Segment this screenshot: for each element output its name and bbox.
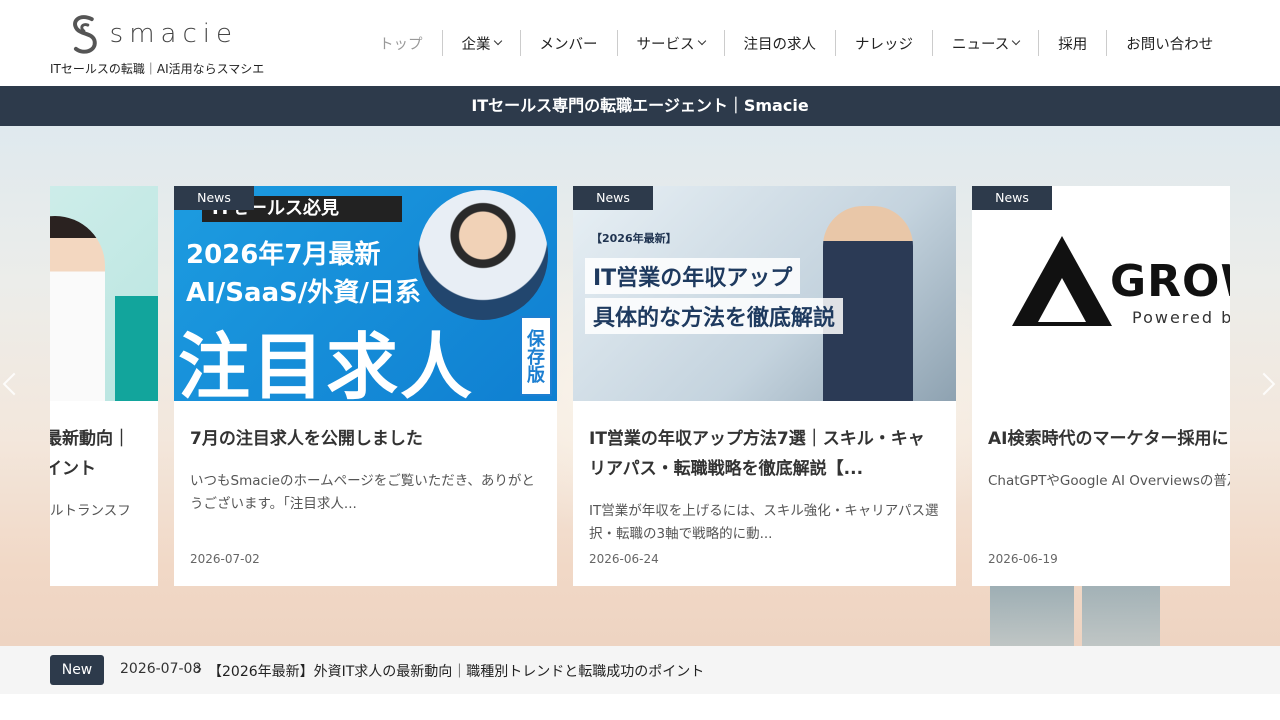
article-card[interactable]: 【2026年最新】 IT営業の年収アップ 具体的な方法を徹底解説 News IT… [573, 186, 956, 586]
card-thumbnail: ITセールス必見 2026年7月最新 AI/SaaS/外資/日系 注目求人 保存… [174, 186, 557, 401]
person-photo [418, 190, 548, 320]
nav-label: お問い合わせ [1126, 36, 1214, 53]
category-badge: News [972, 186, 1052, 210]
category-badge: News [174, 186, 254, 210]
nav-item-members[interactable]: メンバー [519, 30, 617, 56]
site-tagline: ITセールスの転職｜AI活用ならスマシエ [50, 62, 265, 76]
nav-label: ニュース [952, 36, 1010, 53]
nav-label: サービス [636, 36, 695, 53]
nav-item-recruit[interactable]: 採用 [1038, 30, 1106, 56]
top-banner: ITセールス専門の転職エージェント｜Smacie [0, 86, 1280, 126]
smacie-logo-icon [73, 15, 97, 54]
nav-item-top[interactable]: トップ [360, 30, 442, 56]
main-nav: トップ 企業 メンバー サービス 注目の求人 ナレッジ ニュース 採用 お問い合… [360, 28, 1232, 58]
thumbnail-text: AI/SaaS/外資/日系 [186, 278, 421, 308]
thumbnail-accent [115, 296, 158, 401]
card-thumbnail [50, 186, 158, 401]
building-image [990, 586, 1074, 646]
card-title: 7月の注目求人を公開しました [190, 429, 423, 449]
article-card[interactable]: GROW Powered by News AI検索時代のマーケター採用に Cha… [972, 186, 1230, 586]
thumbnail-text: 具体的な方法を徹底解説 [585, 298, 844, 334]
site-header: smacie ITセールスの転職｜AI活用ならスマシエ トップ 企業 メンバー … [0, 0, 1280, 86]
nav-item-company[interactable]: 企業 [441, 30, 520, 56]
card-date: 2026-07-02 [190, 552, 260, 566]
card-title: 最新動向｜ イント [50, 429, 130, 479]
chevron-down-icon [1012, 36, 1021, 46]
nav-label: 企業 [461, 36, 491, 53]
thumbnail-text: GROW [1110, 256, 1230, 307]
site-logo[interactable]: smacie [68, 10, 238, 58]
ticker-headline-link[interactable]: 【2026年最新】外資IT求人の最新動向｜職種別トレンドと転職成功のポイント [208, 661, 704, 681]
thumbnail-text: 【2026年最新】 [591, 232, 677, 245]
nav-item-contact[interactable]: お問い合わせ [1106, 30, 1232, 56]
thumbnail-text: 注目求人 [178, 325, 475, 401]
card-title: AI検索時代のマーケター採用に [988, 429, 1229, 449]
logo-text: smacie [109, 19, 238, 49]
thumbnail-text: Powered by [1132, 308, 1230, 327]
hero-section: 最新動向｜ イント ルトランスフ ITセールス必見 2026年7月最新 AI/S… [0, 126, 1280, 646]
nav-item-news[interactable]: ニュース [932, 30, 1038, 56]
carousel-next-arrow-icon[interactable] [1252, 372, 1276, 396]
nav-label: トップ [379, 36, 423, 53]
card-excerpt: ChatGPTやGoogle AI Overviewsの普及AISEO・... [988, 473, 1230, 489]
nav-label: ナレッジ [855, 36, 913, 53]
nav-item-featured-jobs[interactable]: 注目の求人 [723, 30, 836, 56]
chevron-down-icon [493, 36, 502, 46]
nav-item-services[interactable]: サービス [616, 30, 724, 56]
new-badge[interactable]: New [50, 655, 104, 685]
category-badge: News [573, 186, 653, 210]
chevron-down-icon [697, 36, 706, 46]
article-card[interactable]: ITセールス必見 2026年7月最新 AI/SaaS/外資/日系 注目求人 保存… [174, 186, 557, 586]
card-excerpt: ルトランスフ [50, 503, 131, 519]
grow-logo-inner [1038, 278, 1086, 322]
thumbnail-text: IT営業の年収アップ [585, 258, 801, 294]
building-image [1082, 576, 1160, 646]
article-card[interactable]: 最新動向｜ イント ルトランスフ [50, 186, 158, 586]
nav-label: メンバー [539, 36, 598, 53]
ticker-date: 2026-07-08 [120, 661, 202, 677]
card-title: IT営業の年収アップ方法7選｜スキル・キャリアパス・転職戦略を徹底解説【... [589, 429, 925, 479]
card-thumbnail: 【2026年最新】 IT営業の年収アップ 具体的な方法を徹底解説 [573, 186, 956, 401]
card-excerpt: いつもSmacieのホームページをご覧いただき、ありがとうございます。「注目求人… [190, 473, 535, 512]
nav-item-knowledge[interactable]: ナレッジ [835, 30, 932, 56]
carousel-prev-arrow-icon[interactable] [2, 372, 26, 396]
thumbnail-text: 保存版 [520, 316, 552, 396]
article-carousel: 最新動向｜ イント ルトランスフ ITセールス必見 2026年7月最新 AI/S… [50, 186, 1230, 586]
card-date: 2026-06-24 [589, 552, 659, 566]
card-excerpt: IT営業が年収を上げるには、スキル強化・キャリアパス選択・転職の3軸で戦略的に動… [589, 503, 939, 542]
card-date: 2026-06-19 [988, 552, 1058, 566]
nav-label: 採用 [1058, 36, 1088, 53]
person-photo [50, 216, 105, 401]
nav-label: 注目の求人 [743, 36, 817, 53]
thumbnail-text: 2026年7月最新 [186, 240, 381, 270]
card-thumbnail: GROW Powered by [972, 186, 1230, 401]
news-ticker: New 2026-07-08 【2026年最新】外資IT求人の最新動向｜職種別ト… [0, 646, 1280, 694]
page-bottom [0, 694, 1280, 720]
